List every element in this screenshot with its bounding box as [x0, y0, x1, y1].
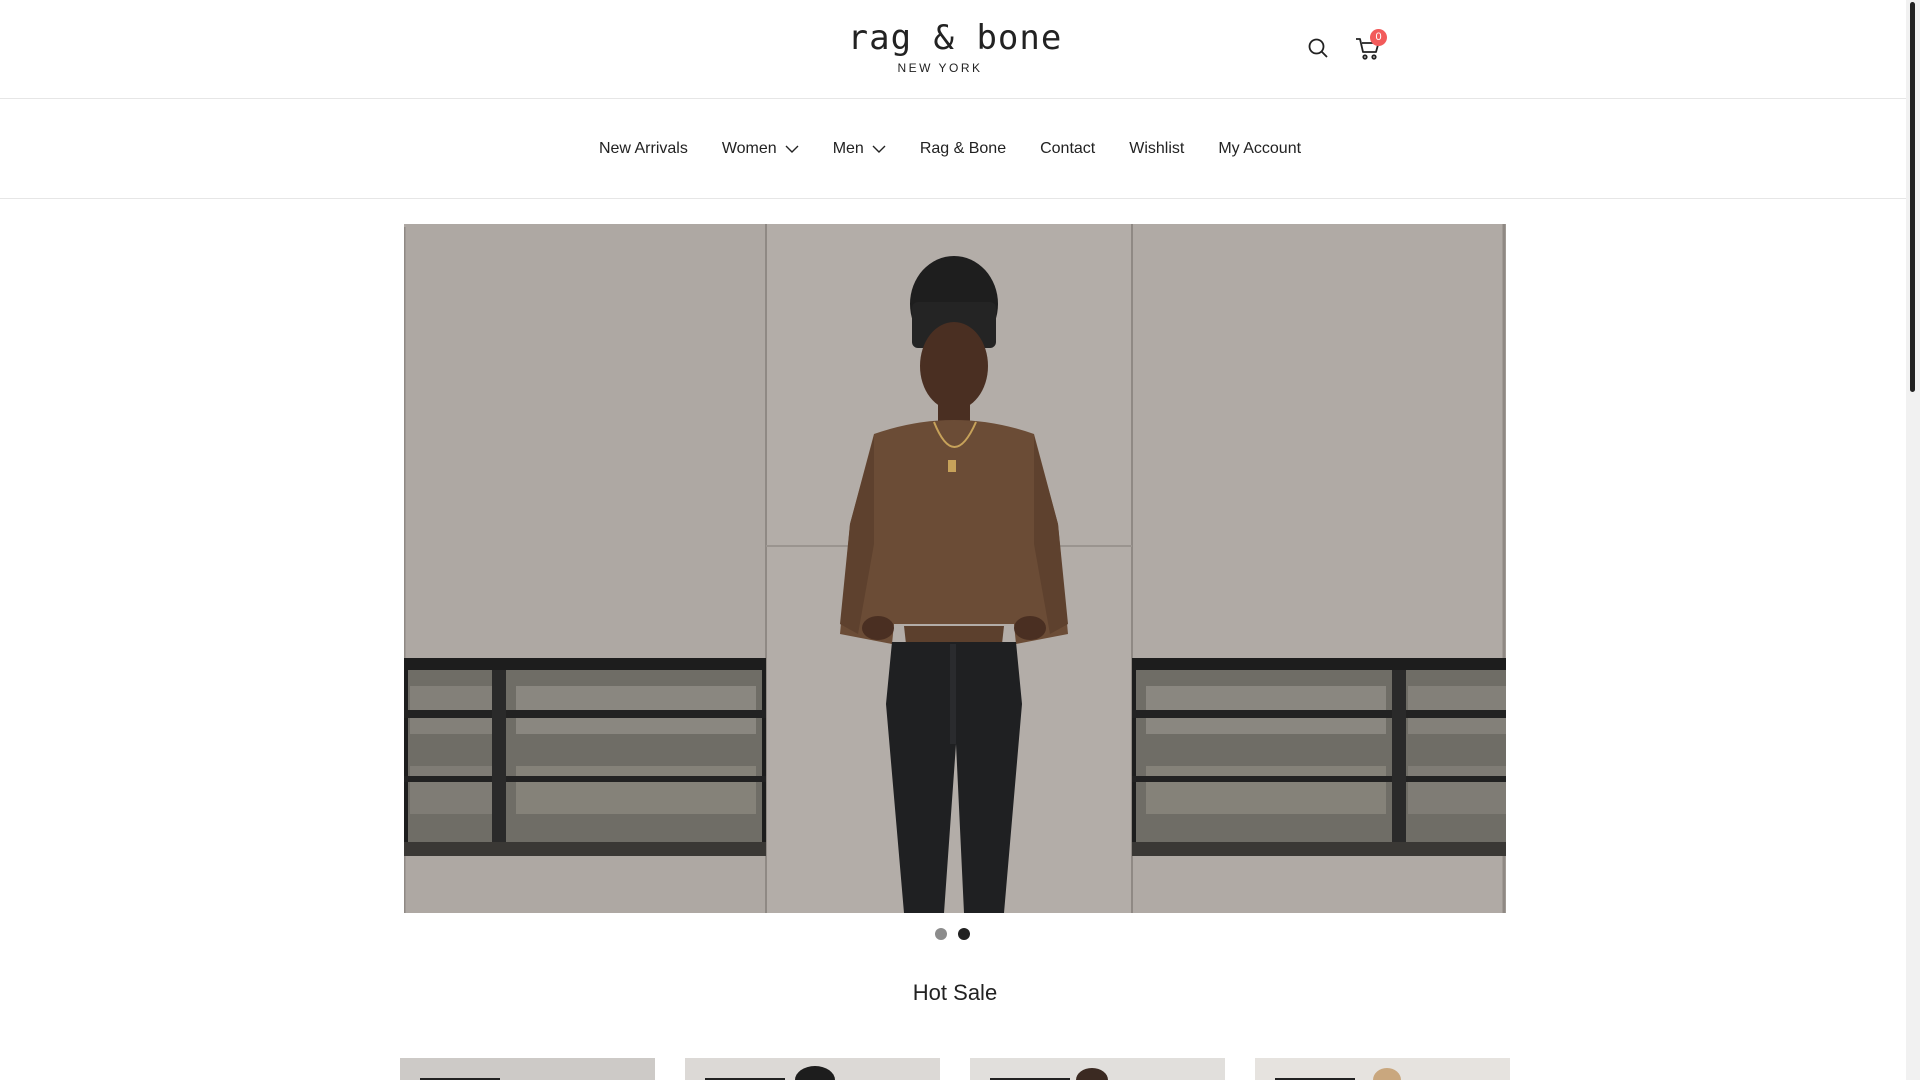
nav-item-label: New Arrivals — [598, 140, 688, 157]
hero-slider-dots — [935, 928, 981, 940]
main-navigation: New Arrivals Women Men Rag & Bone Contac… — [0, 100, 1906, 199]
nav-item-label: Rag & Bone — [919, 140, 1007, 157]
brand-logo[interactable]: rag & bone NEW YORK — [845, 18, 1065, 75]
search-button[interactable] — [1306, 36, 1330, 60]
hero-slide-image[interactable] — [404, 224, 1506, 913]
slider-dot-2-active[interactable] — [958, 928, 970, 940]
hero-photo — [404, 224, 1506, 913]
brand-logo-subtitle: NEW YORK — [897, 61, 983, 75]
product-card-1[interactable] — [400, 1058, 655, 1080]
nav-item-label: Contact — [1040, 140, 1096, 157]
cart-count-badge: 0 — [1370, 29, 1387, 46]
slider-dot-1[interactable] — [935, 928, 947, 940]
nav-item-men[interactable]: Men — [833, 140, 886, 158]
nav-item-women[interactable]: Women — [722, 140, 799, 158]
nav-item-label: Women — [721, 140, 777, 157]
chevron-down-icon — [785, 145, 799, 153]
scrollbar-thumb[interactable] — [1910, 2, 1915, 392]
nav-item-label: My Account — [1218, 140, 1302, 157]
hot-sale-heading: Hot Sale — [912, 980, 998, 1005]
nav-item-contact[interactable]: Contact — [1040, 140, 1095, 158]
product-photo-4 — [1373, 1068, 1401, 1080]
brand-logo-wordmark: rag & bone — [847, 18, 1063, 58]
nav-item-rag-and-bone[interactable]: Rag & Bone — [920, 140, 1006, 158]
search-icon — [1308, 38, 1328, 58]
product-card-4[interactable] — [1255, 1058, 1510, 1080]
hot-sale-product-grid — [400, 1058, 1510, 1080]
product-card-3[interactable] — [970, 1058, 1225, 1080]
chevron-down-icon — [872, 145, 886, 153]
nav-item-label: Men — [832, 140, 864, 157]
nav-item-my-account[interactable]: My Account — [1218, 140, 1301, 158]
page-scrollbar[interactable] — [1906, 0, 1920, 1080]
product-card-2[interactable] — [685, 1058, 940, 1080]
product-photo-2 — [795, 1066, 835, 1080]
product-photo-3 — [1076, 1068, 1108, 1080]
nav-item-new-arrivals[interactable]: New Arrivals — [599, 140, 688, 158]
nav-item-wishlist[interactable]: Wishlist — [1129, 140, 1184, 158]
site-header: rag & bone NEW YORK 0 — [0, 0, 1906, 99]
nav-item-label: Wishlist — [1129, 140, 1185, 157]
